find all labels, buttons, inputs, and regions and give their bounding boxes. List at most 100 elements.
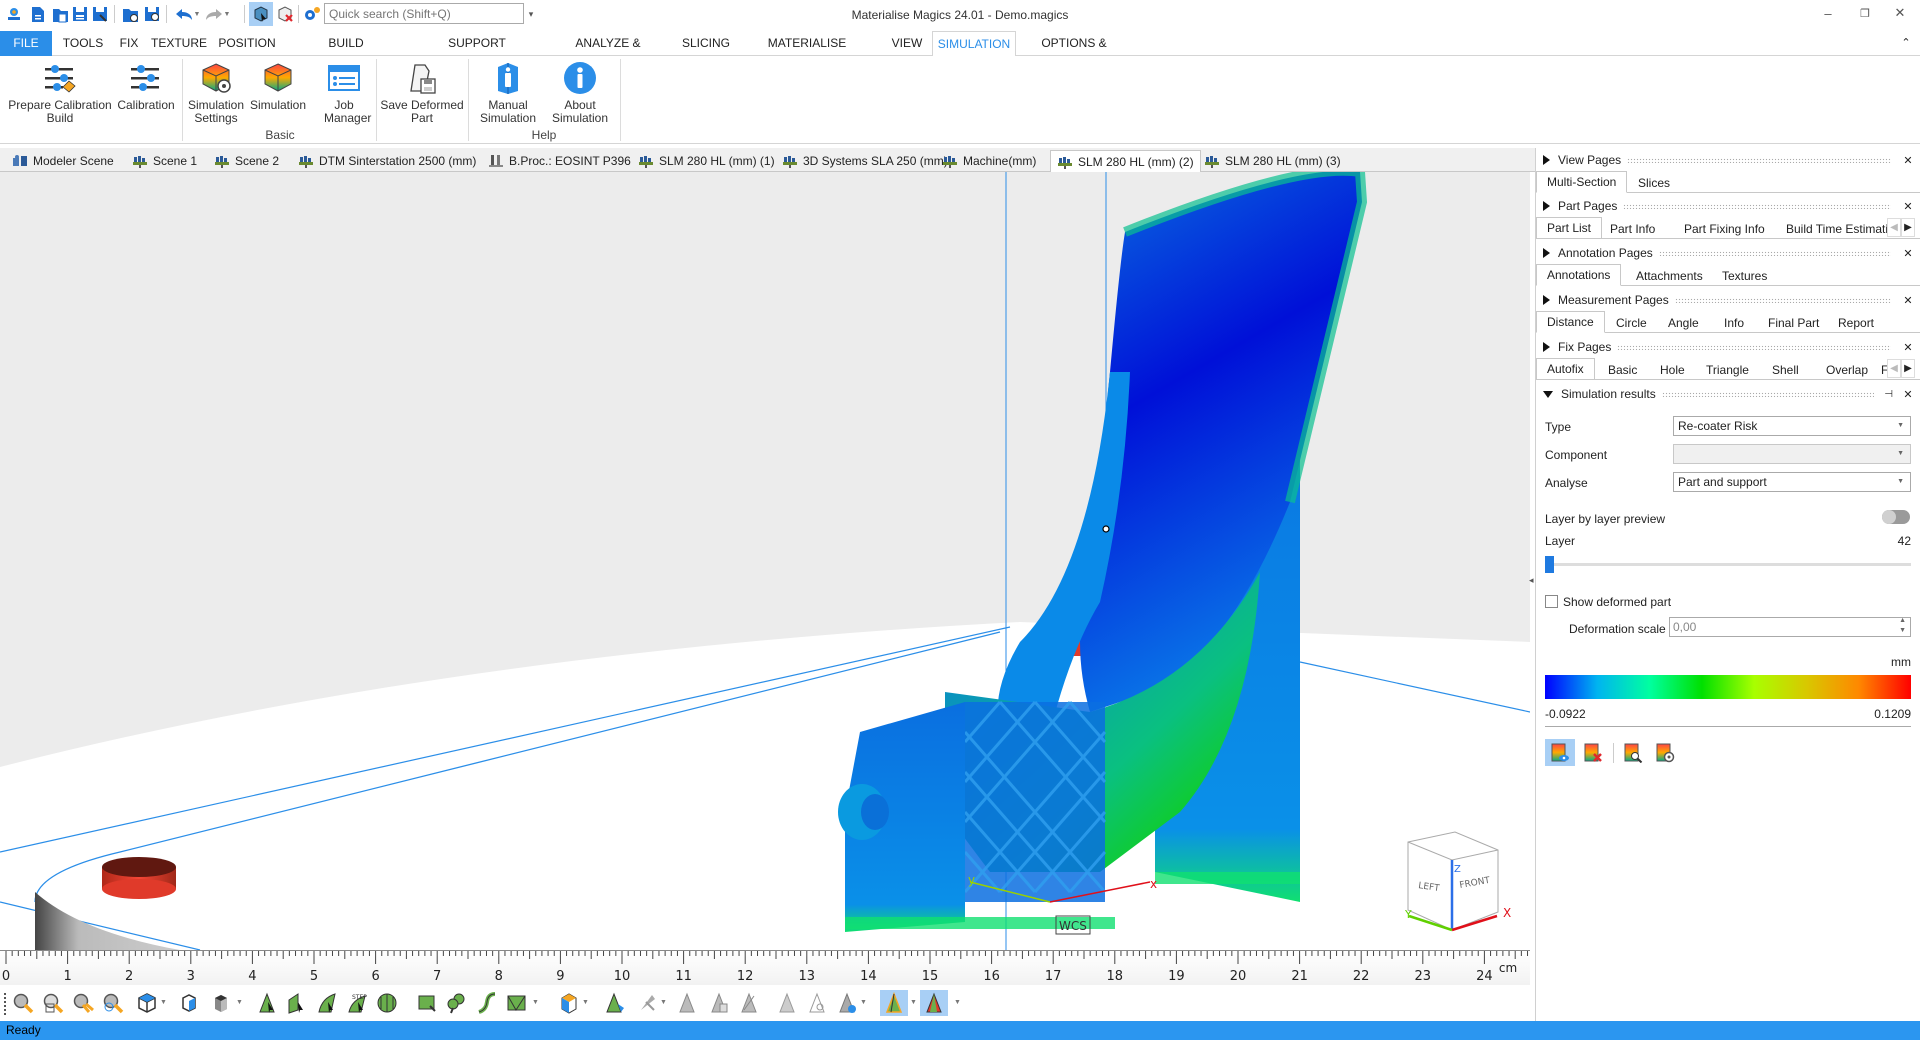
- close-icon[interactable]: ✕: [1901, 247, 1915, 260]
- manual-simulation-button[interactable]: Manual Simulation: [474, 60, 542, 125]
- select-shell-icon[interactable]: [374, 990, 400, 1016]
- select-step-surface-icon[interactable]: STEP: [344, 990, 370, 1016]
- layer-preview-toggle[interactable]: [1882, 510, 1910, 524]
- quick-search-input[interactable]: [324, 3, 524, 24]
- tab-triangle[interactable]: Triangle: [1696, 361, 1759, 379]
- tab-circle[interactable]: Circle: [1606, 314, 1657, 333]
- zoom-extents-icon[interactable]: [40, 990, 66, 1016]
- scene-tab[interactable]: DTM Sinterstation 2500 (mm): [292, 150, 482, 172]
- magics-logo-icon[interactable]: [4, 4, 24, 24]
- tab-annotations[interactable]: Annotations: [1536, 264, 1622, 286]
- pin-icon[interactable]: ⊣: [1884, 389, 1893, 400]
- component-select[interactable]: ▼: [1673, 444, 1911, 464]
- tab-position[interactable]: POSITION: [214, 31, 280, 56]
- tab-materialise-software[interactable]: MATERIALISE SOFTWARE: [742, 31, 872, 75]
- tab-multi-section[interactable]: Multi-Section: [1536, 171, 1628, 193]
- inspect-results-button[interactable]: [1618, 739, 1648, 766]
- job-manager-button[interactable]: Job Manager: [314, 60, 374, 125]
- scroll-right-icon[interactable]: ▶: [1901, 359, 1915, 378]
- close-icon[interactable]: ✕: [1901, 388, 1915, 401]
- tab-basic[interactable]: Basic: [1598, 361, 1647, 379]
- deselect-part-icon[interactable]: [275, 4, 295, 24]
- tab-distance[interactable]: Distance: [1536, 311, 1605, 333]
- undo-dropdown-icon[interactable]: ▼: [192, 4, 202, 24]
- tab-texture[interactable]: TEXTURE: [150, 31, 208, 56]
- render-dropdown-icon[interactable]: ▼: [236, 999, 243, 1006]
- tab-simulation[interactable]: SIMULATION: [932, 31, 1016, 57]
- settings-gear-icon[interactable]: [302, 4, 322, 24]
- tab-overlap[interactable]: Overlap: [1816, 361, 1878, 379]
- scene-tab[interactable]: Scene 2: [208, 150, 285, 172]
- panel-splitter-handle[interactable]: ◂: [1529, 575, 1535, 593]
- open-project-icon[interactable]: [120, 4, 140, 24]
- measurement-pages-header[interactable]: Measurement Pages ✕: [1536, 290, 1920, 310]
- simulation-settings-button[interactable]: Simulation Settings: [184, 60, 248, 125]
- tab-build-time-estimation[interactable]: Build Time Estimation: [1776, 220, 1888, 238]
- part-pages-header[interactable]: Part Pages ✕: [1536, 196, 1920, 216]
- tab-view[interactable]: VIEW: [884, 31, 930, 56]
- part-color-icon[interactable]: [556, 990, 582, 1016]
- zoom-selection-icon[interactable]: [70, 990, 96, 1016]
- 3d-viewport[interactable]: y x WCS LEFT FRONT Z X Y: [0, 172, 1530, 950]
- prepare-calibration-build-button[interactable]: Prepare Calibration Build: [6, 60, 114, 125]
- triangle-info-icon[interactable]: [834, 990, 860, 1016]
- tab-tools[interactable]: TOOLS: [56, 31, 110, 56]
- close-icon[interactable]: ✕: [1901, 200, 1915, 213]
- customize-qat-icon[interactable]: ▾: [526, 4, 536, 24]
- restore-button[interactable]: ❐: [1845, 0, 1885, 26]
- save-icon[interactable]: [70, 4, 90, 24]
- tab-autofix[interactable]: Autofix: [1536, 358, 1595, 379]
- select-triangle-icon[interactable]: [254, 990, 280, 1016]
- view-pages-header[interactable]: View Pages ✕: [1536, 150, 1920, 170]
- results-settings-button[interactable]: [1650, 739, 1680, 766]
- save-as-icon[interactable]: [90, 4, 110, 24]
- select-box-icon[interactable]: [414, 990, 440, 1016]
- scene-tab[interactable]: Machine(mm): [936, 150, 1042, 172]
- view-dropdown-icon[interactable]: ▼: [160, 999, 167, 1006]
- view-front-icon[interactable]: [176, 990, 202, 1016]
- scene-tab[interactable]: SLM 280 HL (mm) (2): [1050, 150, 1201, 173]
- minimize-button[interactable]: –: [1808, 0, 1848, 26]
- close-icon[interactable]: ✕: [1901, 294, 1915, 307]
- tab-slices[interactable]: Slices: [1628, 174, 1680, 193]
- shaded-mode-icon[interactable]: [208, 990, 234, 1016]
- open-file-icon[interactable]: [50, 4, 70, 24]
- tab-file[interactable]: FILE: [0, 31, 52, 56]
- marked-split-icon[interactable]: [736, 990, 762, 1016]
- analyse-select[interactable]: Part and support ▼: [1673, 472, 1911, 492]
- tab-hole[interactable]: Hole: [1650, 361, 1695, 379]
- tab-angle[interactable]: Angle: [1658, 314, 1709, 333]
- view-iso-icon[interactable]: [134, 990, 160, 1016]
- bad-edges-dropdown-icon[interactable]: ▼: [954, 999, 961, 1006]
- select-plane-icon[interactable]: [284, 990, 310, 1016]
- marked-delete-icon[interactable]: [674, 990, 700, 1016]
- tab-textures[interactable]: Textures: [1712, 267, 1777, 286]
- fix-pages-header[interactable]: Fix Pages ✕: [1536, 337, 1920, 357]
- show-results-button[interactable]: [1545, 739, 1575, 766]
- scene-tab[interactable]: 3D Systems SLA 250 (mm): [776, 150, 954, 172]
- redo-dropdown-icon[interactable]: ▼: [222, 4, 232, 24]
- select-wireframe-icon[interactable]: [504, 990, 530, 1016]
- toolbar-grip[interactable]: [4, 993, 6, 1015]
- tab-options-help[interactable]: OPTIONS & HELP: [1024, 31, 1124, 75]
- close-icon[interactable]: ✕: [1901, 154, 1915, 167]
- layer-slider-track[interactable]: [1545, 563, 1911, 566]
- tab-build-preparation[interactable]: BUILD PREPARATION: [288, 31, 404, 75]
- scroll-left-icon[interactable]: ◀: [1887, 218, 1901, 237]
- tab-report[interactable]: Report: [1828, 314, 1884, 333]
- show-triangle-edges-icon[interactable]: [880, 990, 908, 1016]
- save-deformed-part-button[interactable]: Save Deformed Part: [380, 60, 464, 125]
- mark-dropdown-icon[interactable]: ▼: [660, 999, 667, 1006]
- simulation-button[interactable]: Simulation: [248, 60, 308, 112]
- triangle-find-icon[interactable]: [804, 990, 830, 1016]
- tab-fix[interactable]: FIX: [112, 31, 146, 56]
- marked-copy-icon[interactable]: [706, 990, 732, 1016]
- annotation-pages-header[interactable]: Annotation Pages ✕: [1536, 243, 1920, 263]
- tab-part-list[interactable]: Part List: [1536, 217, 1603, 238]
- tab-attachments[interactable]: Attachments: [1626, 267, 1713, 286]
- scene-tab[interactable]: B.Proc.: EOSINT P396: [482, 150, 637, 172]
- tab-part-fixing-info[interactable]: Part Fixing Info: [1674, 220, 1775, 238]
- tab-slicing[interactable]: SLICING: [680, 31, 732, 56]
- unmark-icon[interactable]: [634, 990, 660, 1016]
- selection-dropdown-icon[interactable]: ▼: [532, 999, 539, 1006]
